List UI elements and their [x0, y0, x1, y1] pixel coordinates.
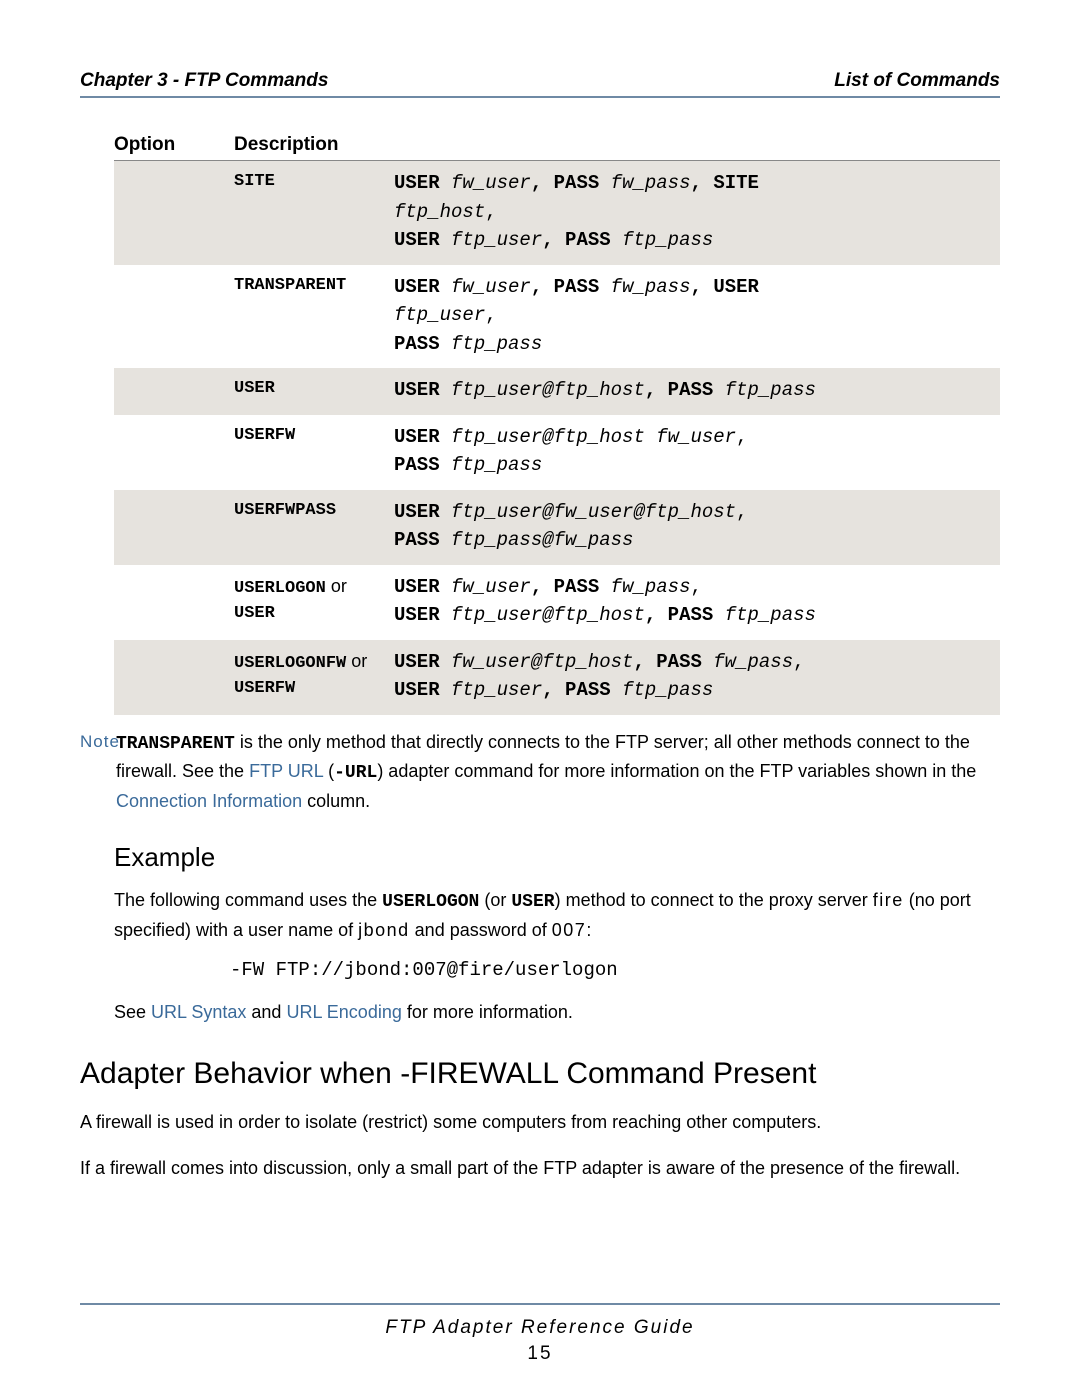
section-heading: Adapter Behavior when -FIREWALL Command …: [80, 1057, 1000, 1091]
method-cell: TRANSPARENT: [234, 273, 394, 359]
table-row: USERLOGON orUSERUSER fw_user, PASS fw_pa…: [114, 565, 1000, 640]
table-row: USERFWPASSUSER ftp_user@fw_user@ftp_host…: [114, 490, 1000, 565]
footer-title: FTP Adapter Reference Guide: [0, 1317, 1080, 1339]
method-cell: USERLOGON orUSER: [234, 573, 394, 630]
see-also: See URL Syntax and URL Encoding for more…: [114, 999, 1000, 1027]
th-description: Description: [234, 134, 1000, 156]
header-right: List of Commands: [834, 70, 1000, 92]
connection-cell: USER ftp_user@fw_user@ftp_host,PASS ftp_…: [394, 498, 1000, 555]
example-paragraph: The following command uses the USERLOGON…: [114, 887, 1000, 945]
page-header: Chapter 3 - FTP Commands List of Command…: [80, 70, 1000, 98]
note-block: Note TRANSPARENT is the only method that…: [80, 729, 1000, 817]
table-row: USERFWUSER ftp_user@ftp_host fw_user,PAS…: [114, 415, 1000, 490]
link[interactable]: URL Syntax: [151, 1002, 246, 1022]
note-label: Note: [80, 729, 116, 817]
section-p1: A firewall is used in order to isolate (…: [80, 1109, 1000, 1137]
table-row: USERUSER ftp_user@ftp_host, PASS ftp_pas…: [114, 368, 1000, 415]
table-row: USERLOGONFW orUSERFWUSER fw_user@ftp_hos…: [114, 640, 1000, 715]
footer-rule: [80, 1303, 1000, 1305]
example-code: -FW FTP://jbond:007@fire/userlogon: [230, 959, 1000, 981]
method-cell: USERFW: [234, 423, 394, 480]
table-row: TRANSPARENTUSER fw_user, PASS fw_pass, U…: [114, 265, 1000, 369]
example-heading: Example: [114, 842, 1000, 873]
method-cell: USERFWPASS: [234, 498, 394, 555]
connection-cell: USER ftp_user@ftp_host fw_user,PASS ftp_…: [394, 423, 1000, 480]
connection-cell: USER fw_user, PASS fw_pass,USER ftp_user…: [394, 573, 1000, 630]
connection-cell: USER fw_user, PASS fw_pass, USERftp_user…: [394, 273, 1000, 359]
th-option: Option: [114, 134, 234, 156]
connection-cell: USER fw_user@ftp_host, PASS fw_pass,USER…: [394, 648, 1000, 705]
header-left: Chapter 3 - FTP Commands: [80, 70, 328, 92]
note-body: TRANSPARENT is the only method that dire…: [116, 729, 1000, 817]
link[interactable]: Connection Information: [116, 791, 302, 811]
table-header-row: Option Description: [114, 128, 1000, 161]
options-table: Option Description SITEUSER fw_user, PAS…: [114, 128, 1000, 715]
method-cell: USERLOGONFW orUSERFW: [234, 648, 394, 705]
method-cell: USER: [234, 376, 394, 405]
section-p2: If a firewall comes into discussion, onl…: [80, 1155, 1000, 1183]
link[interactable]: FTP URL: [249, 761, 323, 781]
link[interactable]: URL Encoding: [286, 1002, 401, 1022]
connection-cell: USER fw_user, PASS fw_pass, SITEftp_host…: [394, 169, 1000, 255]
table-row: SITEUSER fw_user, PASS fw_pass, SITEftp_…: [114, 161, 1000, 265]
page: Chapter 3 - FTP Commands List of Command…: [0, 0, 1080, 1397]
method-cell: SITE: [234, 169, 394, 255]
connection-cell: USER ftp_user@ftp_host, PASS ftp_pass: [394, 376, 1000, 405]
footer-page-number: 15: [0, 1343, 1080, 1365]
